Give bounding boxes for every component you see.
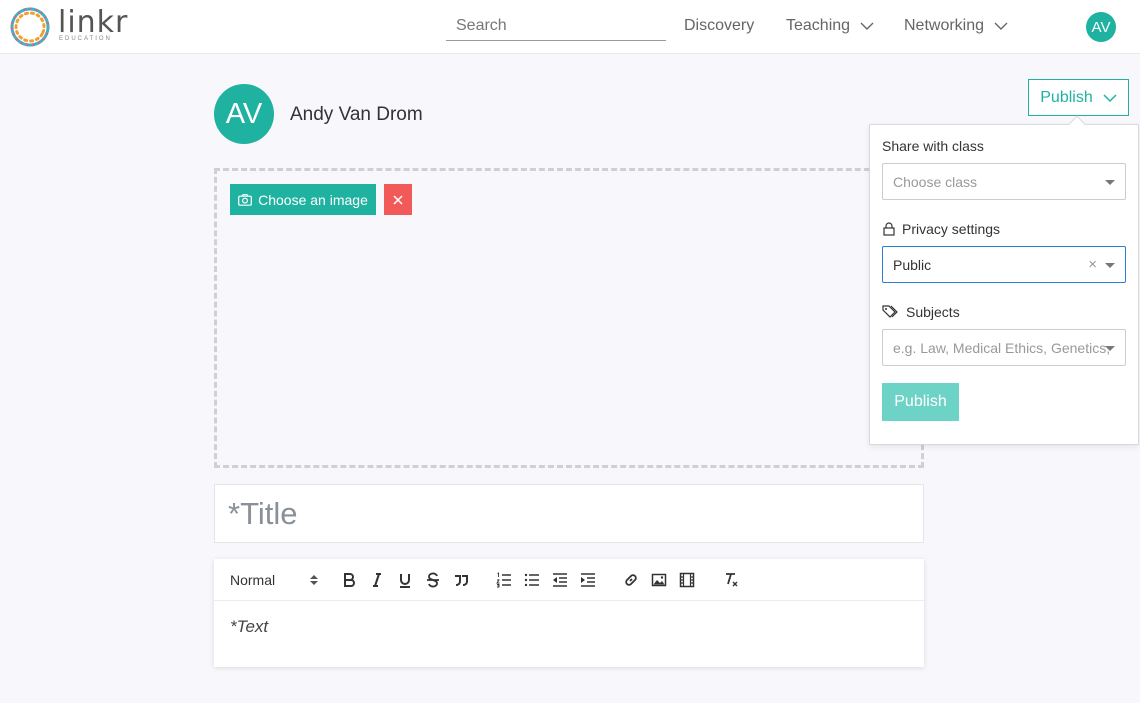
link-icon <box>625 574 637 586</box>
chevron-down-icon <box>860 22 874 30</box>
nav-discovery-label: Discovery <box>684 17 755 34</box>
tags-icon <box>882 305 898 318</box>
rich-text-editor: Normal *Text <box>214 559 924 667</box>
publish-panel: Share with class Choose class Privacy se… <box>869 124 1139 445</box>
nav-teaching[interactable]: Teaching <box>786 17 874 35</box>
linkr-logo[interactable]: linkr EDUCATION <box>8 5 128 49</box>
subjects-placeholder: e.g. Law, Medical Ethics, Genetics, ... <box>893 339 1113 356</box>
outdent-button[interactable] <box>551 571 569 589</box>
chevron-down-icon <box>994 22 1008 30</box>
link-button[interactable] <box>622 571 640 589</box>
logo-tagline: EDUCATION <box>59 36 112 42</box>
format-select[interactable]: Normal <box>230 571 318 589</box>
privacy-select[interactable]: Public × <box>882 246 1126 283</box>
bullet-list-button[interactable] <box>523 571 541 589</box>
bold-icon <box>344 573 355 587</box>
chevron-down-icon <box>1103 93 1117 102</box>
subjects-select[interactable]: e.g. Law, Medical Ethics, Genetics, ... <box>882 329 1126 366</box>
privacy-settings-text: Privacy settings <box>902 221 1001 237</box>
lock-icon <box>883 222 895 236</box>
video-icon <box>679 572 695 588</box>
nav-networking-label: Networking <box>904 17 985 34</box>
sort-arrows-icon <box>310 575 318 585</box>
clear-format-button[interactable] <box>722 571 740 589</box>
insert-image-button[interactable] <box>650 571 668 589</box>
indent-icon <box>581 573 595 587</box>
image-icon <box>651 573 667 587</box>
search-field <box>446 12 666 41</box>
privacy-settings-label: Privacy settings <box>882 221 1000 237</box>
search-input[interactable] <box>446 12 666 40</box>
close-icon <box>393 194 403 205</box>
format-select-value: Normal <box>230 572 276 588</box>
outdent-icon <box>553 573 567 587</box>
publish-button[interactable]: Publish <box>882 383 959 421</box>
bullet-list-icon <box>524 573 539 587</box>
italic-icon <box>373 573 381 587</box>
publish-dropdown-button[interactable]: Publish <box>1028 79 1129 116</box>
class-select-placeholder: Choose class <box>893 173 978 190</box>
italic-button[interactable] <box>368 571 386 589</box>
share-with-class-label: Share with class <box>882 138 984 154</box>
nav-networking[interactable]: Networking <box>904 17 1008 35</box>
caret-down-icon <box>1105 346 1115 351</box>
blockquote-button[interactable] <box>452 571 470 589</box>
strikethrough-button[interactable] <box>424 571 442 589</box>
share-with-class-text: Share with class <box>882 138 984 154</box>
strikethrough-icon <box>427 572 439 588</box>
underline-button[interactable] <box>396 571 414 589</box>
nav-teaching-label: Teaching <box>786 17 851 34</box>
bold-button[interactable] <box>340 571 358 589</box>
editor-toolbar: Normal <box>214 559 924 601</box>
subjects-text: Subjects <box>906 304 960 320</box>
subjects-label: Subjects <box>882 304 960 320</box>
logo-wordmark: linkr <box>58 5 129 40</box>
editor-body-placeholder[interactable]: *Text <box>230 617 268 637</box>
title-field <box>214 484 924 543</box>
clear-format-icon <box>726 573 738 587</box>
top-navbar: linkr EDUCATION Discovery Teaching Netwo… <box>0 0 1140 54</box>
user-avatar[interactable]: AV <box>1086 12 1116 42</box>
ordered-list-icon <box>496 572 511 588</box>
blockquote-icon <box>455 575 468 586</box>
choose-image-label: Choose an image <box>258 191 368 208</box>
underline-icon <box>400 574 410 588</box>
privacy-select-value: Public <box>893 256 932 273</box>
logo-ring-icon <box>10 7 50 47</box>
ordered-list-button[interactable] <box>495 571 513 589</box>
author-name: Andy Van Drom <box>290 104 423 125</box>
publish-dropdown-label: Publish <box>1040 88 1093 106</box>
indent-button[interactable] <box>579 571 597 589</box>
title-input[interactable] <box>215 485 923 542</box>
camera-icon <box>238 193 253 206</box>
remove-image-button[interactable] <box>384 184 412 215</box>
nav-discovery[interactable]: Discovery <box>684 17 754 35</box>
clear-icon[interactable]: × <box>1088 256 1097 273</box>
choose-image-button[interactable]: Choose an image <box>230 184 376 215</box>
caret-down-icon <box>1105 180 1115 185</box>
class-select[interactable]: Choose class <box>882 163 1126 200</box>
author-avatar: AV <box>214 84 274 144</box>
caret-down-icon <box>1105 263 1115 268</box>
insert-video-button[interactable] <box>678 571 696 589</box>
